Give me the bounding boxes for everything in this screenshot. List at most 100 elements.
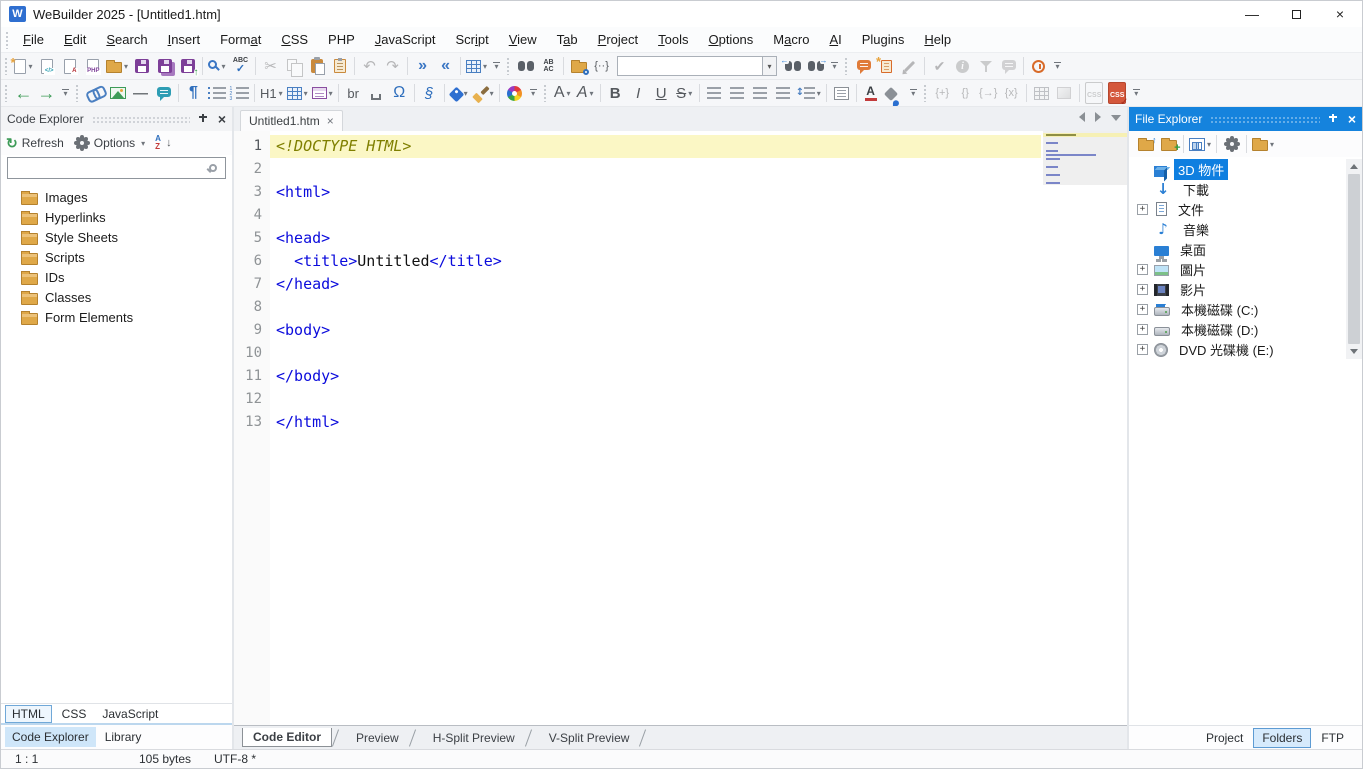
- tab-scroll-right-icon[interactable]: [1095, 112, 1101, 122]
- file-explorer-item[interactable]: + 圖片: [1129, 259, 1362, 279]
- menu-macro[interactable]: Macro: [763, 27, 819, 53]
- align-justify-button[interactable]: [772, 82, 795, 105]
- align-left-button[interactable]: [703, 82, 726, 105]
- menu-help[interactable]: Help: [914, 27, 961, 53]
- toolbar-overflow-button[interactable]: ▾: [490, 55, 503, 78]
- ptab-code-explorer[interactable]: Code Explorer: [5, 727, 96, 747]
- font-size-button[interactable]: A ▾: [574, 82, 597, 105]
- menu-file[interactable]: File: [13, 27, 54, 53]
- panel-drag-dots[interactable]: [91, 115, 190, 123]
- menu-javascript[interactable]: JavaScript: [365, 27, 446, 53]
- insert-paragraph-button[interactable]: ¶: [182, 82, 205, 105]
- new-php-document-button[interactable]: PHP: [81, 55, 104, 78]
- replace-button[interactable]: AB AC: [537, 55, 560, 78]
- menu-tools[interactable]: Tools: [648, 27, 698, 53]
- vtab-code-editor[interactable]: Code Editor: [242, 728, 332, 747]
- clipboard-viewer-button[interactable]: [328, 55, 351, 78]
- italic-button[interactable]: I: [627, 82, 650, 105]
- find-button[interactable]: [514, 55, 537, 78]
- insert-table-button[interactable]: ▾: [285, 82, 310, 105]
- dtab-html[interactable]: HTML: [5, 704, 52, 723]
- code-line[interactable]: </html>: [270, 411, 1041, 434]
- combo-dropdown-icon[interactable]: ▾: [762, 56, 778, 76]
- vtab-preview[interactable]: Preview: [346, 729, 409, 747]
- expand-icon[interactable]: +: [1137, 323, 1148, 335]
- pin-icon[interactable]: [1328, 113, 1338, 125]
- dtab-css[interactable]: CSS: [56, 706, 93, 722]
- navigate-back-button[interactable]: ←: [12, 82, 35, 105]
- css-validator-button[interactable]: [1106, 82, 1129, 106]
- file-explorer-item[interactable]: 桌面: [1129, 239, 1362, 259]
- menu-plugins[interactable]: Plugins: [852, 27, 915, 53]
- menu-ai[interactable]: AI: [819, 27, 851, 53]
- menu-php[interactable]: PHP: [318, 27, 365, 53]
- find-next-button[interactable]: →: [804, 55, 828, 78]
- toolbar-overflow-button[interactable]: ▾: [907, 82, 920, 105]
- menu-view[interactable]: View: [499, 27, 547, 53]
- tab-scroll-left-icon[interactable]: [1079, 112, 1085, 122]
- menu-options[interactable]: Options: [698, 27, 763, 53]
- toolbar-overflow-button[interactable]: ▾: [1051, 55, 1064, 78]
- expand-icon[interactable]: +: [1137, 343, 1148, 355]
- insert-br-button[interactable]: br: [342, 82, 365, 105]
- tree-item-classes[interactable]: Classes: [1, 287, 232, 307]
- underline-button[interactable]: U: [650, 82, 673, 105]
- color-picker-button[interactable]: [503, 82, 526, 105]
- align-right-button[interactable]: [749, 82, 772, 105]
- rtab-project[interactable]: Project: [1198, 729, 1251, 747]
- edit-tag-button[interactable]: ▾: [448, 82, 471, 105]
- line-spacing-button[interactable]: ▾: [795, 82, 823, 105]
- expand-icon[interactable]: +: [1137, 303, 1148, 315]
- strikethrough-button[interactable]: S ▾: [673, 82, 696, 105]
- menu-insert[interactable]: Insert: [158, 27, 211, 53]
- quick-search-button[interactable]: ▾: [206, 55, 229, 78]
- tree-item-hyperlinks[interactable]: Hyperlinks: [1, 207, 232, 227]
- code-snippets-button[interactable]: ▾: [464, 55, 489, 78]
- code-line[interactable]: [270, 204, 1041, 227]
- file-explorer-item[interactable]: 3D 物件: [1129, 158, 1362, 180]
- code-line[interactable]: </body>: [270, 365, 1041, 388]
- tree-item-ids[interactable]: IDs: [1, 267, 232, 287]
- code-line[interactable]: <body>: [270, 319, 1041, 342]
- search-term-combobox[interactable]: ▾: [617, 56, 778, 76]
- find-in-files-button[interactable]: [567, 55, 590, 78]
- panel-drag-dots[interactable]: [1210, 115, 1320, 123]
- insert-heading-button[interactable]: H1 ▾: [258, 82, 285, 105]
- new-html-document-button[interactable]: </>: [35, 55, 58, 78]
- code-text[interactable]: <!DOCTYPE HTML> <html> <head> <title>Untit…: [270, 131, 1041, 725]
- dtab-javascript[interactable]: JavaScript: [96, 706, 164, 722]
- file-explorer-item[interactable]: + 本機磁碟 (C:): [1129, 299, 1362, 319]
- close-icon[interactable]: ×: [1348, 112, 1356, 126]
- expand-icon[interactable]: +: [1137, 203, 1148, 215]
- tree-item-style-sheets[interactable]: Style Sheets: [1, 227, 232, 247]
- code-line[interactable]: <html>: [270, 181, 1041, 204]
- code-editor[interactable]: 1 2 3 4 5 6 7 8 9 10 11 12 13 <!DOCTYPE HTML> <html> <…: [234, 131, 1127, 725]
- vtab-v-split-preview[interactable]: V-Split Preview: [539, 729, 640, 747]
- menu-search[interactable]: Search: [96, 27, 157, 53]
- toolbar-grip[interactable]: [4, 57, 9, 75]
- tree-item-images[interactable]: Images: [1, 187, 232, 207]
- text-area-button[interactable]: [830, 82, 853, 105]
- tree-item-scripts[interactable]: Scripts: [1, 247, 232, 267]
- new-style-document-button[interactable]: A: [58, 55, 81, 78]
- expand-icon[interactable]: +: [1137, 283, 1148, 295]
- open-file-button[interactable]: ▾: [104, 55, 130, 78]
- menu-project[interactable]: Project: [588, 27, 648, 53]
- rtab-ftp[interactable]: FTP: [1313, 729, 1352, 747]
- code-line[interactable]: [270, 388, 1041, 411]
- menu-format[interactable]: Format: [210, 27, 271, 53]
- new-folder-button[interactable]: +: [1157, 133, 1181, 156]
- code-line[interactable]: <head>: [270, 227, 1041, 250]
- format-painter-button[interactable]: ▾: [471, 82, 496, 105]
- local-history-button[interactable]: [1027, 55, 1050, 78]
- insert-comment-button[interactable]: [152, 82, 175, 105]
- font-color-button[interactable]: [860, 82, 883, 105]
- tab-close-icon[interactable]: ×: [327, 115, 334, 127]
- insert-nbsp-button[interactable]: [365, 82, 388, 105]
- toolbar-overflow-button[interactable]: ▾: [527, 82, 540, 105]
- save-and-upload-button[interactable]: ↑: [176, 55, 199, 78]
- options-button[interactable]: Options ▾: [74, 135, 145, 151]
- outdent-button[interactable]: «: [434, 55, 457, 78]
- ptab-library[interactable]: Library: [98, 727, 149, 747]
- insert-bullet-list-button[interactable]: [205, 82, 228, 105]
